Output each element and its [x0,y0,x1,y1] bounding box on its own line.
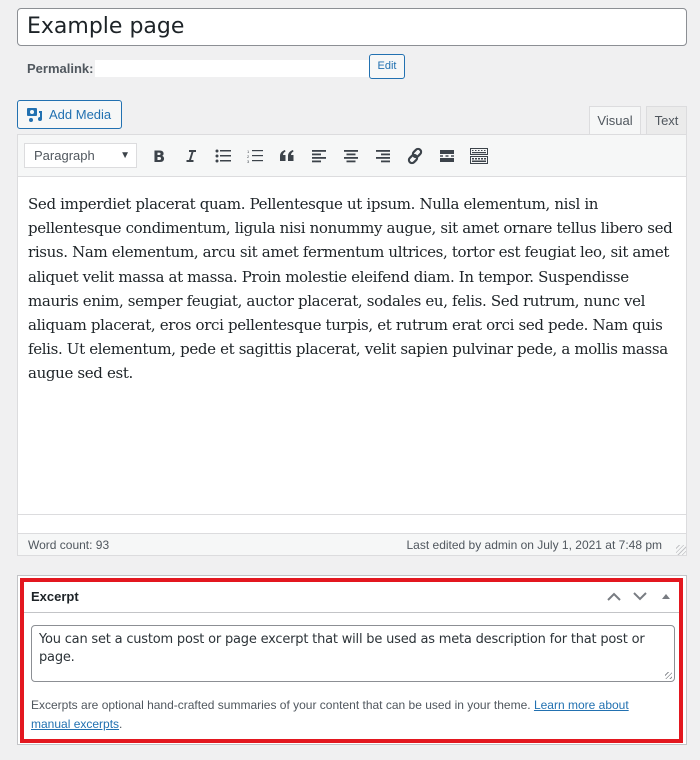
add-media-label: Add Media [49,107,112,122]
add-media-button[interactable]: Add Media [17,100,122,129]
excerpt-postbox: Excerpt You can set a custom post or pag… [17,575,687,745]
insert-link-button[interactable] [399,141,431,171]
read-more-icon [440,149,454,162]
tab-visual[interactable]: Visual [589,106,641,136]
editor-resize-handle[interactable] [676,545,686,555]
toolbar-toggle-button[interactable] [463,141,495,171]
align-left-icon [312,149,326,162]
read-more-button[interactable] [431,141,463,171]
media-icon [27,107,42,122]
blockquote-icon [280,149,294,161]
format-select[interactable]: Paragraph ▼ [24,143,137,168]
last-edited: Last edited by admin on July 1, 2021 at … [406,537,663,552]
move-down-button[interactable] [627,584,653,610]
align-left-button[interactable] [303,141,335,171]
bold-icon: B [153,148,165,164]
bulleted-list-button[interactable] [207,141,239,171]
permalink-label: Permalink: [27,60,94,76]
italic-button[interactable] [175,141,207,171]
svg-text:3: 3 [247,159,250,163]
content-editor: Paragraph ▼ B 123 Sed imperdiet placerat… [17,134,687,556]
link-icon [407,147,423,164]
permalink-edit-button[interactable]: Edit [369,54,405,79]
toggle-panel-button[interactable] [653,584,679,610]
word-count: Word count: 93 [28,537,110,552]
content-divider [18,514,686,515]
permalink-row: Permalink: [27,57,371,79]
italic-icon [186,149,196,162]
chevron-down-icon [633,592,647,601]
align-center-icon [344,149,358,162]
excerpt-help-text: Excerpts are optional hand-crafted summa… [31,696,671,734]
align-center-button[interactable] [335,141,367,171]
keyboard-icon [470,147,488,164]
blockquote-button[interactable] [271,141,303,171]
move-up-button[interactable] [601,584,627,610]
period: . [119,717,123,731]
excerpt-help-description: Excerpts are optional hand-crafted summa… [31,698,531,712]
chevron-up-icon [607,592,621,601]
excerpt-title: Excerpt [31,589,79,604]
editor-content[interactable]: Sed imperdiet placerat quam. Pellentesqu… [18,177,686,514]
excerpt-value: You can set a custom post or page excerp… [39,632,645,665]
align-right-icon [376,149,390,162]
editor-toolbar: Paragraph ▼ B 123 [18,135,686,177]
excerpt-header: Excerpt [23,581,681,613]
textarea-resize-handle[interactable] [665,672,672,679]
excerpt-textarea[interactable]: You can set a custom post or page excerp… [31,625,675,682]
bulleted-list-icon [215,149,231,162]
editor-status-bar: Word count: 93 Last edited by admin on J… [18,533,686,555]
numbered-list-button[interactable]: 123 [239,141,271,171]
permalink-url[interactable] [95,59,371,77]
caret-down-icon: ▼ [120,150,130,161]
align-right-button[interactable] [367,141,399,171]
svg-text:B: B [153,148,165,164]
format-select-value: Paragraph [34,148,95,163]
bold-button[interactable]: B [143,141,175,171]
numbered-list-icon: 123 [247,149,263,163]
triangle-up-icon [662,594,670,599]
tab-text[interactable]: Text [646,106,687,135]
post-title-input[interactable]: Example page [17,8,687,46]
